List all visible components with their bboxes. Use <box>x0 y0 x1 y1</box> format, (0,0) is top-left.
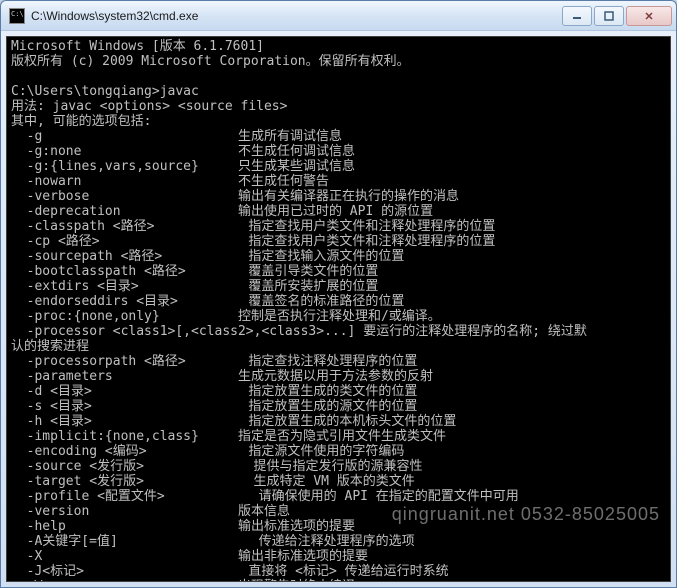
console-frame: Microsoft Windows [版本 6.1.7601] 版权所有 (c)… <box>6 36 671 582</box>
minimize-button[interactable] <box>562 6 592 26</box>
close-button[interactable] <box>626 6 672 26</box>
minimize-icon <box>572 11 582 21</box>
maximize-icon <box>604 11 614 21</box>
window-controls <box>560 6 672 26</box>
window-title: C:\Windows\system32\cmd.exe <box>31 9 560 23</box>
close-icon <box>644 11 654 21</box>
console-output[interactable]: Microsoft Windows [版本 6.1.7601] 版权所有 (c)… <box>7 37 670 581</box>
maximize-button[interactable] <box>594 6 624 26</box>
titlebar[interactable]: C:\Windows\system32\cmd.exe <box>1 1 676 31</box>
cmd-window: C:\Windows\system32\cmd.exe Microsoft Wi… <box>0 0 677 588</box>
cmd-icon <box>9 8 25 24</box>
